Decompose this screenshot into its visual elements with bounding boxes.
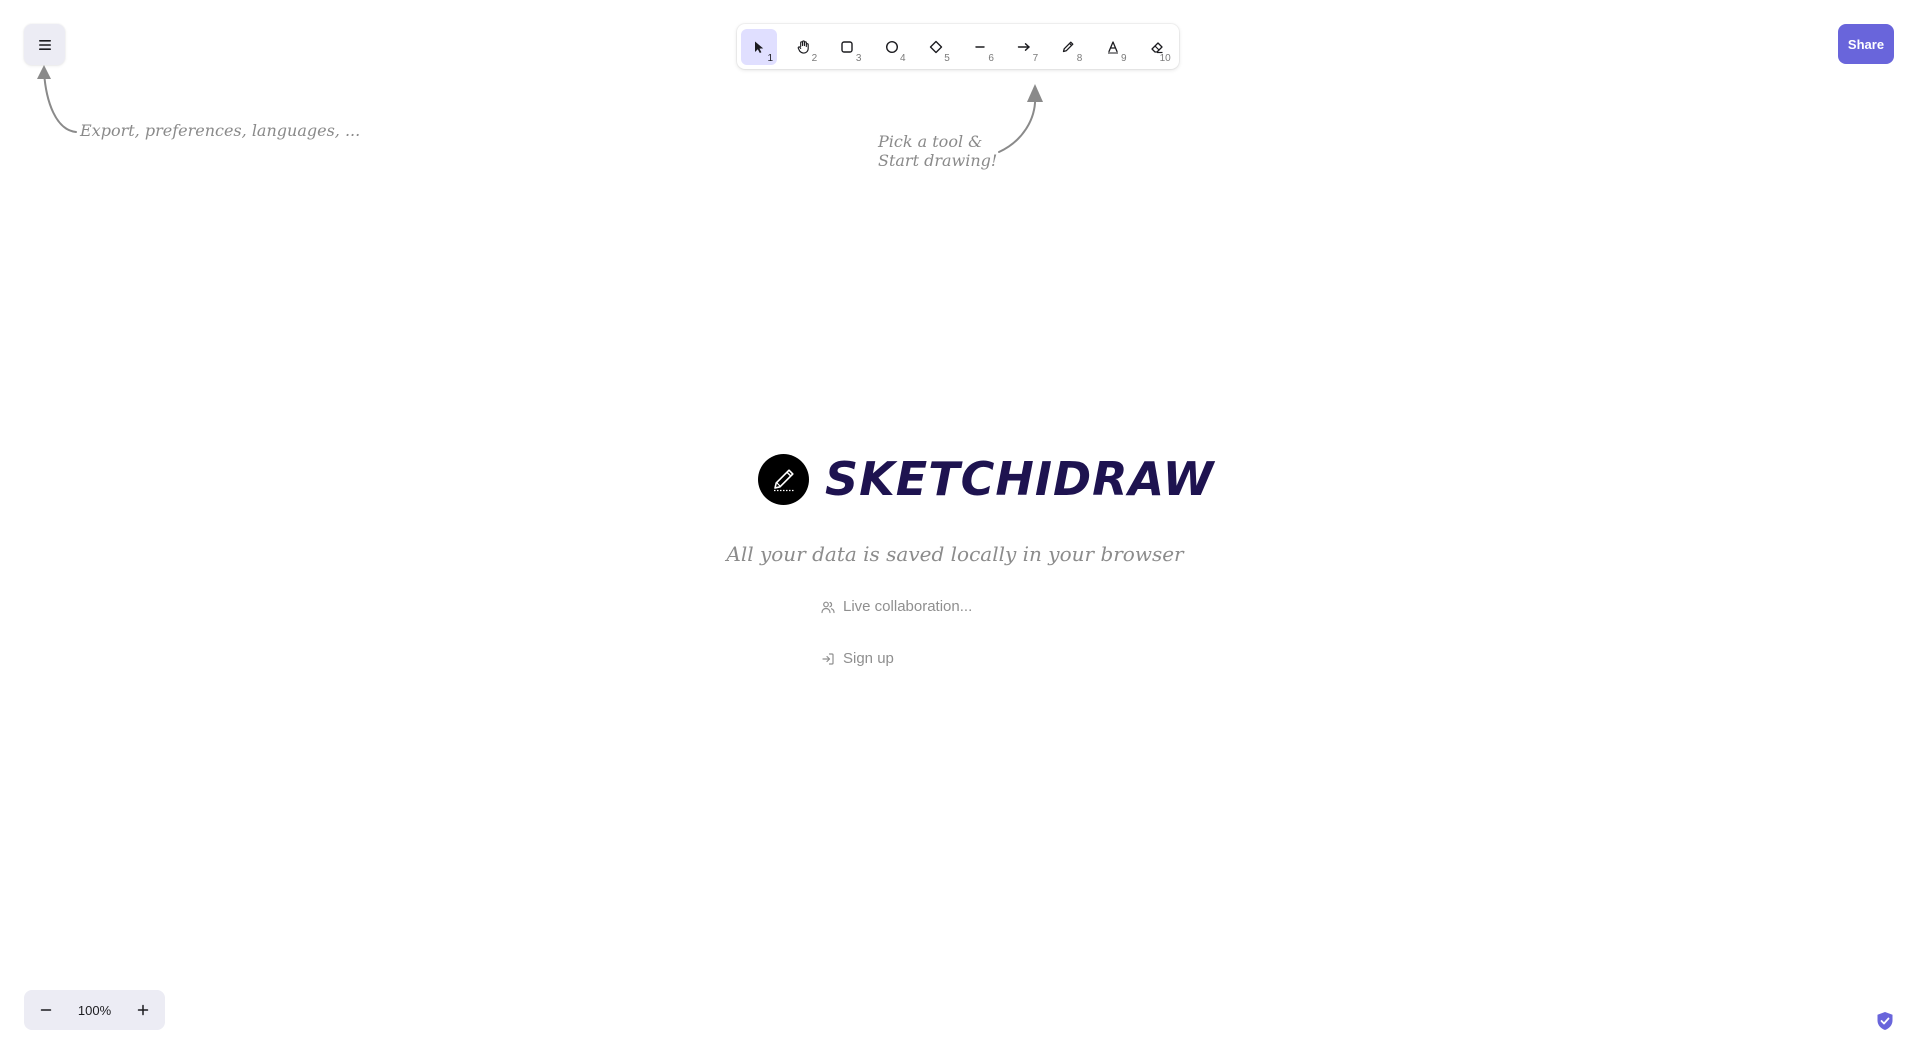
menu-hint-text: Export, preferences, languages, ...: [80, 121, 361, 140]
tool-selection[interactable]: 1: [741, 28, 777, 65]
tool-ellipse[interactable]: 4: [874, 29, 910, 65]
eraser-icon: [1151, 41, 1163, 53]
minus-icon: [40, 1009, 52, 1011]
tool-key: 8: [1076, 52, 1083, 64]
tool-key: 6: [988, 52, 994, 64]
menu-hint-arrow: [37, 65, 77, 133]
shapes-toolbar: 1 2 3 4 5 6 7 8 9 10: [737, 24, 1179, 69]
tool-rectangle[interactable]: 3: [829, 29, 865, 65]
line-icon: [975, 45, 985, 48]
pencil-icon: [773, 469, 794, 492]
tool-key: 1: [767, 52, 773, 64]
shield-check-icon[interactable]: [1876, 1011, 1894, 1031]
live-collaboration-label: Live collaboration...: [843, 598, 973, 615]
toolbar-hint-line1: Pick a tool &: [878, 132, 983, 151]
tool-draw[interactable]: 8: [1050, 29, 1086, 65]
tool-key: 5: [944, 52, 950, 64]
zoom-in-button[interactable]: [129, 994, 157, 1026]
tool-line[interactable]: 6: [962, 29, 998, 65]
tool-key: 3: [855, 52, 862, 64]
zoom-controls: 100%: [24, 990, 165, 1030]
pointer-icon: [755, 41, 764, 53]
app-logo: SKETCHIDRAW: [758, 452, 1214, 506]
app-name: SKETCHIDRAW: [825, 452, 1215, 506]
sign-in-icon: [822, 652, 834, 665]
sign-up-button[interactable]: Sign up: [821, 650, 894, 667]
text-icon: [1107, 40, 1118, 53]
live-collaboration-button[interactable]: Live collaboration...: [821, 598, 972, 615]
toolbar-hint-text: Pick a tool & Start drawing!: [878, 132, 997, 170]
tool-eraser[interactable]: 10: [1139, 29, 1175, 65]
tool-text[interactable]: 9: [1095, 29, 1131, 65]
zoom-level-reset[interactable]: 100%: [78, 1003, 111, 1018]
hand-icon: [797, 40, 809, 54]
tool-key: 2: [811, 52, 818, 64]
sign-up-label: Sign up: [843, 650, 894, 667]
tool-diamond[interactable]: 5: [918, 29, 954, 65]
hamburger-icon: [38, 39, 51, 50]
diamond-icon: [929, 40, 942, 53]
main-menu-button[interactable]: [24, 24, 65, 65]
drawing-canvas[interactable]: Export, preferences, languages, ... 1 2 …: [0, 0, 1910, 1050]
logo-badge: [758, 453, 809, 505]
arrow-icon: [1017, 42, 1030, 51]
pencil-icon: [1063, 41, 1074, 52]
plus-icon: [137, 1004, 149, 1016]
tool-arrow[interactable]: 7: [1006, 29, 1042, 65]
toolbar-hint-line2: Start drawing!: [878, 151, 998, 170]
zoom-out-button[interactable]: [32, 994, 60, 1026]
users-icon: [821, 601, 835, 613]
share-button[interactable]: Share: [1838, 24, 1894, 64]
tool-key: 9: [1120, 52, 1127, 64]
tool-key: 10: [1159, 52, 1171, 64]
circle-icon: [885, 40, 898, 53]
tool-key: 7: [1032, 52, 1039, 64]
welcome-tagline: All your data is saved locally in your b…: [726, 542, 1184, 566]
rectangle-icon: [841, 40, 854, 53]
tool-hand[interactable]: 2: [785, 29, 821, 65]
tool-key: 4: [900, 52, 906, 64]
toolbar-hint-arrow: [998, 84, 1043, 153]
